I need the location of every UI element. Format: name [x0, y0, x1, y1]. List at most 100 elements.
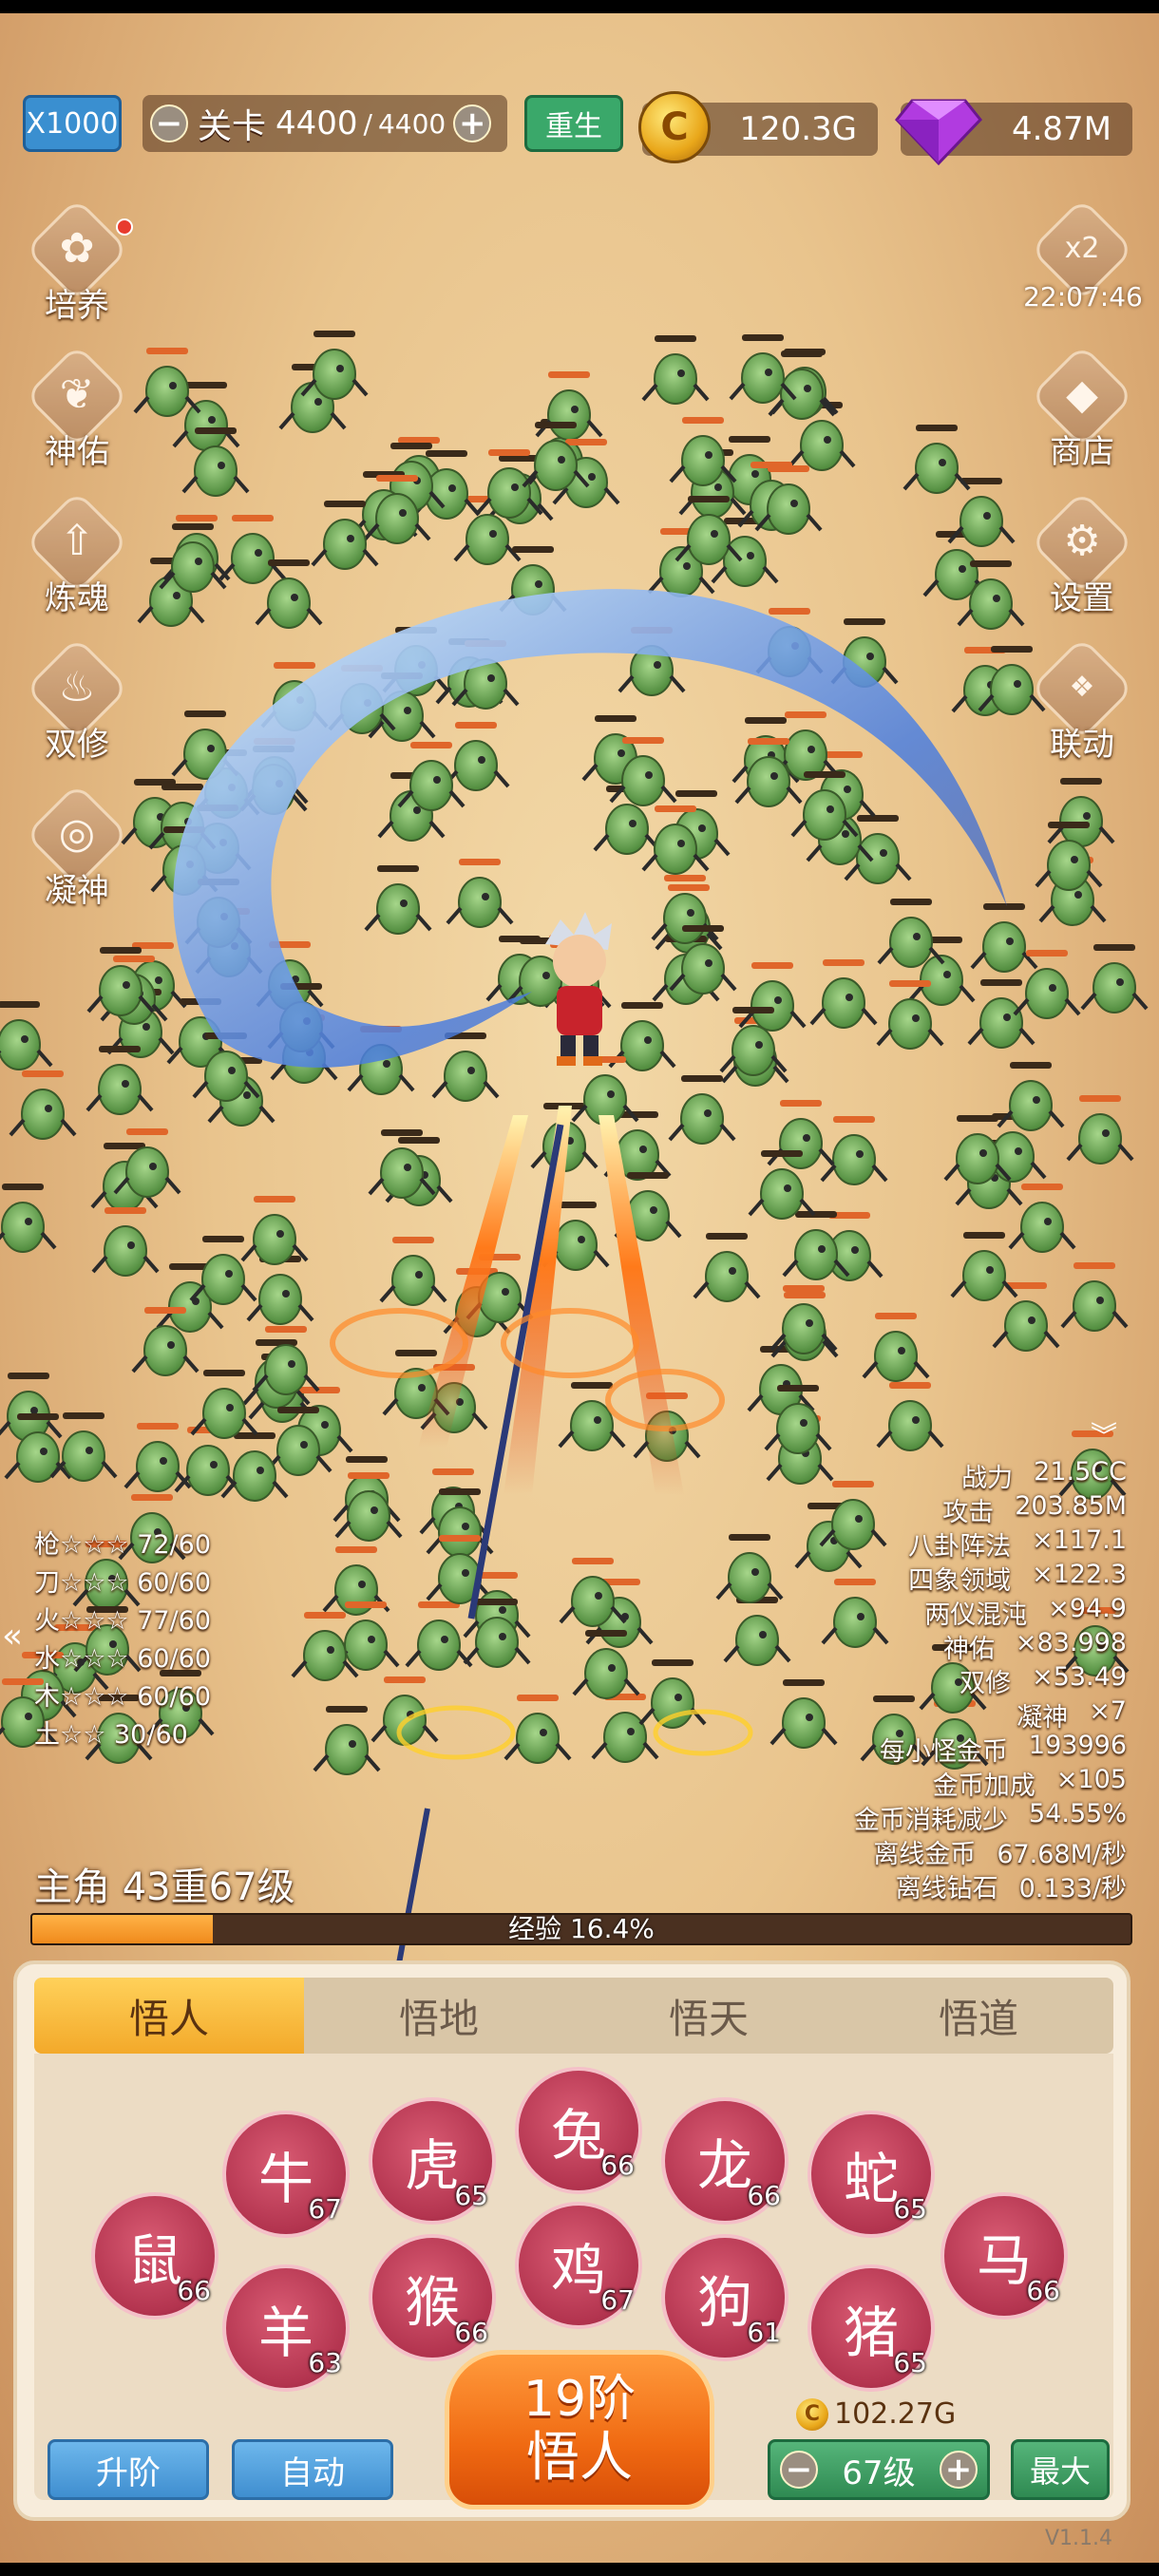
version-label: V1.1.4 [1045, 2527, 1113, 2550]
stat-label: 四象领域 [908, 1566, 1012, 1596]
zodiac-level: 66 [747, 2180, 781, 2211]
tab-wudao[interactable]: 悟道 [844, 1978, 1113, 2054]
experience-text: 经验 16.4% [508, 1913, 655, 1944]
side-label-dual-cultivation: 双修 [45, 726, 109, 764]
breakthrough-button[interactable]: 19阶 悟人 [445, 2350, 714, 2510]
zodiac-medallion[interactable]: 虎 65 [369, 2097, 496, 2225]
side-label-focus: 凝神 [45, 872, 109, 910]
zodiac-level: 66 [600, 2150, 635, 2181]
expand-chevron-icon[interactable]: ︾ [1091, 1415, 1117, 1453]
collapse-arrow-icon[interactable]: « [2, 1617, 23, 1656]
stat-value: 0.133/秒 [1018, 1874, 1127, 1904]
upgrade-tier-button[interactable]: 升阶 [48, 2439, 209, 2500]
stat-value: 203.85M [1015, 1491, 1127, 1521]
zodiac-level: 66 [1026, 2275, 1060, 2306]
dog-icon: 狗 [696, 2270, 752, 2335]
rebirth-button[interactable]: 重生 [524, 95, 623, 152]
zodiac-medallion[interactable]: 龙 66 [661, 2097, 788, 2225]
goblin-enemy [1080, 944, 1149, 1013]
stat-row: 神佑 ×83.998 [943, 1628, 1127, 1665]
goblin-enemy [641, 335, 710, 405]
tab-wuren[interactable]: 悟人 [34, 1978, 304, 2054]
tab-wutian[interactable]: 悟天 [574, 1978, 844, 2054]
goblin-enemy [997, 1062, 1065, 1131]
side-label-link: 联动 [1050, 726, 1114, 764]
horse-icon: 马 [976, 2228, 1032, 2293]
max-level-button[interactable]: 最大 [1011, 2439, 1110, 2500]
side-button-cultivate[interactable]: ✿ 培养 [15, 197, 139, 332]
zodiac-medallion[interactable]: 鼠 66 [91, 2192, 218, 2320]
zodiac-level: 66 [177, 2275, 211, 2306]
stat-value: 21.5CC [1034, 1457, 1127, 1487]
stat-row: 离线钻石 0.133/秒 [896, 1867, 1127, 1904]
tab-wudi[interactable]: 悟地 [304, 1978, 574, 2054]
goblin-enemy [504, 1695, 572, 1764]
level-value: 67级 [842, 2453, 916, 2492]
element-row: 刀☆☆☆ 60/60 [34, 1568, 212, 1598]
zodiac-medallion[interactable]: 狗 61 [661, 2234, 788, 2361]
experience-bar: 经验 16.4% [30, 1913, 1132, 1945]
level-stepper: − 67级 + [768, 2439, 990, 2500]
stat-label: 攻击 [942, 1498, 995, 1527]
goblin-enemy [723, 1597, 791, 1666]
eye-icon: ◎ [58, 809, 96, 858]
stat-value: ×53.49 [1032, 1662, 1127, 1692]
blessing-icon: ❦ [59, 370, 95, 419]
stage-minus-button[interactable]: − [150, 104, 188, 142]
breakthrough-name: 悟人 [526, 2427, 633, 2489]
stage-plus-button[interactable]: + [453, 104, 492, 142]
goblin-enemy [970, 903, 1038, 973]
rabbit-icon: 兔 [550, 2103, 606, 2168]
level-minus-button[interactable]: − [780, 2451, 818, 2489]
zodiac-medallion[interactable]: 猴 66 [369, 2234, 496, 2361]
side-button-blessing[interactable]: ❦ 神佑 [15, 343, 139, 479]
goblin-enemy [770, 1679, 838, 1749]
stat-value: 193996 [1028, 1731, 1127, 1760]
goblin-enemy [442, 722, 510, 791]
hero-level: 主角 43重67级 [34, 1866, 295, 1909]
side-button-double-speed[interactable]: x2 [1020, 197, 1144, 332]
zodiac-level: 65 [893, 2193, 927, 2225]
zodiac-medallion[interactable]: 马 66 [940, 2192, 1068, 2320]
zodiac-medallion[interactable]: 鸡 67 [515, 2202, 642, 2329]
goblin-enemy [876, 1382, 944, 1451]
stat-label: 离线钻石 [895, 1874, 998, 1904]
goat-icon: 羊 [257, 2301, 314, 2365]
stat-row: 离线金币 67.68M/秒 [873, 1833, 1127, 1870]
stat-label: 战力 [961, 1464, 1014, 1493]
stat-row: 每小怪金币 193996 [880, 1731, 1127, 1768]
stat-value: ×117.1 [1032, 1525, 1127, 1555]
element-row: 水☆☆☆ 60/60 [34, 1644, 212, 1674]
speed-multiplier-button[interactable]: X1000 [23, 95, 122, 152]
stat-label: 离线金币 [873, 1840, 977, 1869]
goblin-enemy [220, 1432, 289, 1502]
stat-label: 凝神 [1016, 1703, 1069, 1733]
zodiac-medallion[interactable]: 兔 66 [515, 2067, 642, 2194]
level-plus-button[interactable]: + [939, 2451, 978, 2489]
goblin-enemy [1047, 778, 1115, 847]
side-button-settings[interactable]: ⚙ 设置 [1020, 489, 1144, 625]
zodiac-medallion[interactable]: 羊 63 [222, 2264, 350, 2392]
ox-icon: 牛 [257, 2147, 314, 2211]
side-button-link[interactable]: ❖ 联动 [1020, 635, 1144, 771]
side-button-refine-soul[interactable]: ⇧ 炼魂 [15, 489, 139, 625]
arrow-up-icon: ⇧ [59, 517, 95, 565]
zodiac-medallion[interactable]: 蛇 65 [808, 2111, 935, 2238]
goblin-enemy [967, 979, 1036, 1049]
zodiac-medallion[interactable]: 牛 67 [222, 2111, 350, 2238]
zodiac-medallion[interactable]: 猪 65 [808, 2264, 935, 2392]
goblin-enemy [1008, 1184, 1076, 1253]
flame-icon: ♨ [58, 663, 96, 711]
goblin-enemy [950, 1232, 1018, 1301]
auto-button[interactable]: 自动 [232, 2439, 393, 2500]
side-button-shop[interactable]: ◆ 商店 [1020, 343, 1144, 479]
cost-value: 102.27G [834, 2397, 957, 2431]
stat-row: 两仪混沌 ×94.9 [924, 1594, 1127, 1631]
stat-value: ×122.3 [1032, 1560, 1127, 1589]
goblin-enemy [379, 1237, 447, 1306]
side-button-focus[interactable]: ◎ 凝神 [15, 782, 139, 918]
stat-row: 八卦阵法 ×117.1 [908, 1525, 1127, 1563]
side-label-refine-soul: 炼魂 [45, 579, 109, 617]
goblin-enemy [246, 1256, 314, 1325]
side-button-dual-cultivation[interactable]: ♨ 双修 [15, 635, 139, 771]
